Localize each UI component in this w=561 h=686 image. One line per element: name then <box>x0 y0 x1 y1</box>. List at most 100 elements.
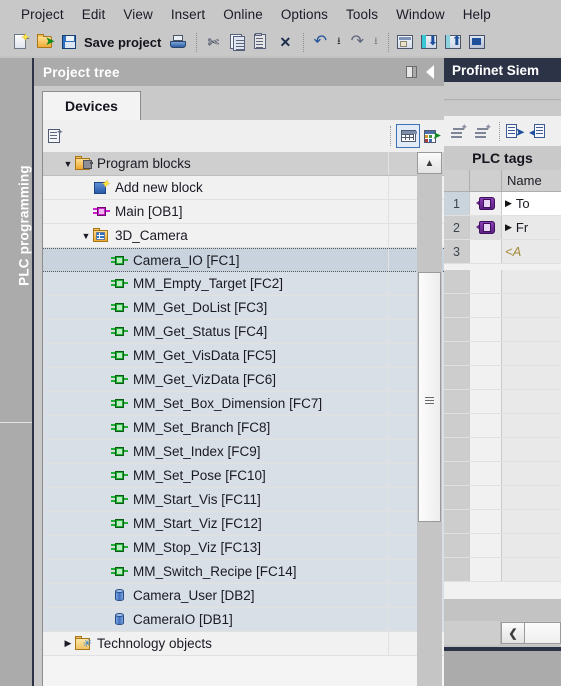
collapse-left-arrow-icon[interactable] <box>426 65 434 79</box>
menu-item-project[interactable]: Project <box>12 5 73 24</box>
function-block-icon <box>111 444 128 459</box>
menu-item-insert[interactable]: Insert <box>162 5 214 24</box>
function-block-icon <box>111 516 128 531</box>
tree-item-mm-set-index-fc9[interactable]: MM_Set_Index [FC9] <box>43 440 444 464</box>
menu-item-options[interactable]: Options <box>272 5 337 24</box>
open-project-icon[interactable]: ➤ <box>34 31 56 53</box>
project-tree-panel: Project tree Devices ✦ ➤ ▼ Program block… <box>32 58 444 686</box>
tree-item-label: MM_Start_Viz [FC12] <box>133 516 262 531</box>
tree-item-3d-camera[interactable]: ▼ 3D_Camera <box>43 224 444 248</box>
download-to-device-icon[interactable]: ⬇ <box>418 31 440 53</box>
plc-tags-horizontal-scrollbar[interactable]: ❮ <box>444 621 561 645</box>
tree-row-extra-column <box>388 584 415 607</box>
row-name-cell[interactable]: ▶ Fr <box>502 216 561 239</box>
tree-item-camera-user-db2[interactable]: Camera_User [DB2] <box>43 584 444 608</box>
tree-vertical-scrollbar[interactable]: ▲ <box>417 152 442 686</box>
table-export-icon[interactable]: ➤ <box>420 124 444 148</box>
function-block-icon <box>111 468 128 483</box>
save-icon[interactable] <box>58 31 80 53</box>
menu-item-edit[interactable]: Edit <box>73 5 115 24</box>
twisty-expanded-icon[interactable]: ▼ <box>79 231 93 241</box>
tree-item-technology-objects[interactable]: ▶ ✳ Technology objects <box>43 632 444 656</box>
row-expand-icon[interactable]: ▶ <box>505 198 512 209</box>
function-block-icon <box>111 372 128 387</box>
redo-dropdown-icon[interactable]: ⭳ <box>370 31 381 53</box>
editor-tab-plc-tags[interactable]: PLC tags <box>444 146 561 170</box>
twisty-expanded-icon[interactable]: ▼ <box>61 159 75 169</box>
compile-icon[interactable] <box>394 31 416 53</box>
project-tree-body[interactable]: ▼ Program blocks ✦ Add new block Main [OB1] ▼… <box>42 152 444 686</box>
technology-objects-icon: ✳ <box>75 636 92 651</box>
redo-arrow-icon[interactable]: ↷ <box>346 31 368 53</box>
tree-item-mm-start-viz-fc12[interactable]: MM_Start_Viz [FC12] <box>43 512 444 536</box>
function-block-icon <box>111 396 128 411</box>
scroll-left-icon[interactable]: ❮ <box>501 622 525 644</box>
scrollbar-thumb[interactable] <box>418 272 441 522</box>
row-name-cell[interactable]: <A <box>502 240 561 263</box>
save-project-label[interactable]: Save project <box>84 35 161 50</box>
scroll-up-icon[interactable]: ▲ <box>417 152 442 174</box>
task-card-plc-programming[interactable]: PLC programming <box>17 146 32 306</box>
row-expand-icon[interactable]: ▶ <box>505 222 512 233</box>
undo-arrow-icon[interactable]: ↶ <box>309 31 331 53</box>
tree-item-mm-get-vizdata-fc6[interactable]: MM_Get_VizData [FC6] <box>43 368 444 392</box>
toolbar-separator <box>196 32 198 52</box>
task-card-strip: PLC programming <box>0 58 32 686</box>
go-online-icon[interactable] <box>466 31 488 53</box>
editor-band-2 <box>444 101 561 116</box>
insert-row-above-icon[interactable]: ✦ <box>472 119 496 143</box>
tree-item-cameraio-db1[interactable]: CameraIO [DB1] <box>43 608 444 632</box>
project-tree-tabs: Devices <box>34 86 444 120</box>
row-name-cell[interactable]: ▶ To <box>502 192 561 215</box>
upload-from-device-icon[interactable]: ⬆ <box>442 31 464 53</box>
tree-item-camera-io-fc1[interactable]: Camera_IO [FC1] <box>43 248 444 272</box>
device-config-icon[interactable]: ✦ <box>43 124 67 148</box>
row-index: 1 <box>444 192 470 215</box>
tree-item-program-blocks[interactable]: ▼ Program blocks <box>43 152 444 176</box>
menu-item-online[interactable]: Online <box>214 5 272 24</box>
tree-item-mm-set-branch-fc8[interactable]: MM_Set_Branch [FC8] <box>43 416 444 440</box>
menu-item-window[interactable]: Window <box>387 5 454 24</box>
grid-view-icon[interactable] <box>396 124 420 148</box>
tree-item-mm-get-visdata-fc5[interactable]: MM_Get_VisData [FC5] <box>43 344 444 368</box>
column-settings-icon[interactable] <box>406 66 417 78</box>
export-icon[interactable]: ➤ <box>503 119 527 143</box>
undo-dropdown-icon[interactable]: ⭳ <box>333 31 344 53</box>
table-row[interactable]: 2 ▶ Fr <box>444 216 561 240</box>
tree-row-extra-column <box>388 152 415 175</box>
tree-item-mm-stop-viz-fc13[interactable]: MM_Stop_Viz [FC13] <box>43 536 444 560</box>
menu-item-view[interactable]: View <box>114 5 161 24</box>
new-project-icon[interactable]: ✦ <box>10 31 32 53</box>
cut-scissors-icon[interactable]: ✄ <box>202 31 224 53</box>
tree-item-label: Add new block <box>115 180 203 195</box>
table-row[interactable]: 1 ▶ To <box>444 192 561 216</box>
tree-item-mm-start-vis-fc11[interactable]: MM_Start_Vis [FC11] <box>43 488 444 512</box>
tree-row-extra-column <box>388 416 415 439</box>
tree-item-mm-set-pose-fc10[interactable]: MM_Set_Pose [FC10] <box>43 464 444 488</box>
twisty-collapsed-icon[interactable]: ▶ <box>61 638 75 649</box>
menu-item-help[interactable]: Help <box>454 5 500 24</box>
insert-row-icon[interactable]: ✦ <box>448 119 472 143</box>
tree-item-mm-get-dolist-fc3[interactable]: MM_Get_DoList [FC3] <box>43 296 444 320</box>
block-group-folder-icon <box>93 228 110 243</box>
table-row-add-new[interactable]: 3 <A <box>444 240 561 264</box>
function-block-icon <box>111 492 128 507</box>
tree-item-main-ob1[interactable]: Main [OB1] <box>43 200 444 224</box>
tree-item-mm-empty-target-fc2[interactable]: MM_Empty_Target [FC2] <box>43 272 444 296</box>
menu-item-tools[interactable]: Tools <box>337 5 387 24</box>
tree-item-label: MM_Set_Index [FC9] <box>133 444 261 459</box>
tree-item-mm-set-box-dimension-fc7[interactable]: MM_Set_Box_Dimension [FC7] <box>43 392 444 416</box>
tree-item-add-new-block[interactable]: ✦ Add new block <box>43 176 444 200</box>
project-tree-toolbar: ✦ ➤ <box>42 120 444 152</box>
scrollbar-corner <box>444 621 501 645</box>
tree-item-mm-switch-recipe-fc14[interactable]: MM_Switch_Recipe [FC14] <box>43 560 444 584</box>
delete-x-icon[interactable]: ✕ <box>274 31 296 53</box>
paste-icon[interactable] <box>250 31 272 53</box>
copy-icon[interactable] <box>226 31 248 53</box>
tree-item-mm-get-status-fc4[interactable]: MM_Get_Status [FC4] <box>43 320 444 344</box>
hscrollbar-track[interactable] <box>525 622 561 644</box>
tab-devices[interactable]: Devices <box>42 91 141 120</box>
import-icon[interactable]: ◂ <box>527 119 551 143</box>
print-icon[interactable] <box>167 31 189 53</box>
column-header-name[interactable]: Name <box>502 170 561 191</box>
